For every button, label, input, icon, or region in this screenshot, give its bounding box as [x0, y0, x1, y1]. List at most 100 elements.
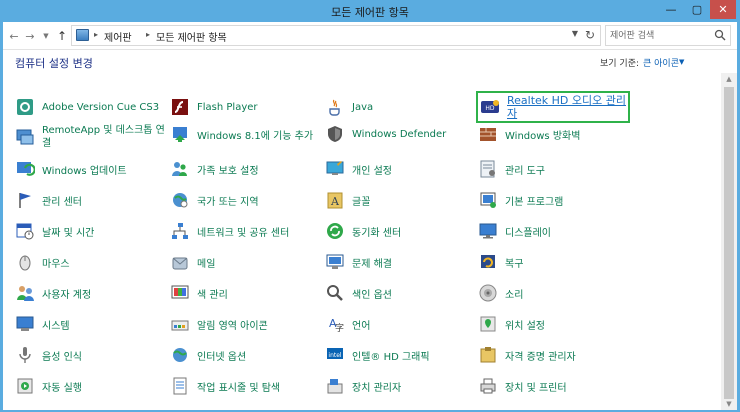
- control-panel-item-date-time[interactable]: 날짜 및 시간: [15, 219, 165, 243]
- control-panel-item-remoteapp[interactable]: RemoteApp 및 데스크톱 연결: [15, 122, 165, 152]
- control-panel-item-label[interactable]: 관리 도구: [505, 162, 545, 177]
- control-panel-item-java[interactable]: Java: [325, 95, 475, 119]
- control-panel-item-troubleshooting[interactable]: 문제 해결: [325, 250, 475, 274]
- control-panel-item-network-sharing[interactable]: 네트워크 및 공유 센터: [170, 219, 320, 243]
- control-panel-item-label[interactable]: 문제 해결: [352, 255, 392, 270]
- control-panel-item-label[interactable]: 인텔® HD 그래픽: [352, 348, 430, 363]
- breadcrumb-separator[interactable]: ▸: [94, 30, 98, 39]
- control-panel-item-device-manager[interactable]: 장치 관리자: [325, 374, 475, 398]
- control-panel-item-realtek-audio[interactable]: HD Realtek HD 오디오 관리자: [476, 91, 630, 123]
- breadcrumb-separator[interactable]: ▸: [146, 30, 150, 39]
- control-panel-item-label[interactable]: 알림 영역 아이콘: [197, 317, 268, 332]
- breadcrumb-all-items[interactable]: 모든 제어판 항목: [156, 29, 227, 44]
- scroll-thumb[interactable]: [724, 87, 734, 399]
- control-panel-item-windows-update[interactable]: Windows 업데이트: [15, 157, 165, 181]
- control-panel-item-label[interactable]: Adobe Version Cue CS3: [42, 102, 159, 113]
- control-panel-item-label[interactable]: 자격 증명 관리자: [505, 348, 576, 363]
- control-panel-item-label[interactable]: 자동 실행: [42, 379, 82, 394]
- control-panel-item-system[interactable]: 시스템: [15, 312, 165, 336]
- control-panel-item-windows-add-features[interactable]: Windows 8.1에 기능 추가: [170, 122, 320, 146]
- search-box[interactable]: [605, 25, 731, 46]
- control-panel-item-personalization[interactable]: 개인 설정: [325, 157, 475, 181]
- control-panel-item-recovery[interactable]: 복구: [478, 250, 628, 274]
- control-panel-item-administrative-tools[interactable]: 관리 도구: [478, 157, 628, 181]
- control-panel-item-indexing-options[interactable]: 색인 옵션: [325, 281, 475, 305]
- control-panel-item-label[interactable]: 인터넷 옵션: [197, 348, 246, 363]
- control-panel-item-windows-defender[interactable]: Windows Defender: [325, 122, 475, 146]
- control-panel-item-label[interactable]: Windows 업데이트: [42, 162, 127, 177]
- maximize-button[interactable]: ▢: [684, 0, 710, 19]
- control-panel-item-label[interactable]: 색인 옵션: [352, 286, 392, 301]
- control-panel-item-label[interactable]: 언어: [352, 317, 370, 332]
- control-panel-item-label[interactable]: 메일: [197, 255, 215, 270]
- control-panel-item-label[interactable]: 음성 인식: [42, 348, 82, 363]
- chevron-down-icon[interactable]: ▼: [679, 58, 684, 66]
- control-panel-item-notification-area-icons[interactable]: 알림 영역 아이콘: [170, 312, 320, 336]
- control-panel-item-credential-manager[interactable]: 자격 증명 관리자: [478, 343, 628, 367]
- scroll-up-button[interactable]: ▲: [721, 73, 737, 85]
- search-icon[interactable]: [714, 29, 726, 41]
- control-panel-item-action-center[interactable]: 관리 센터: [15, 188, 165, 212]
- control-panel-item-label[interactable]: 복구: [505, 255, 523, 270]
- forward-button[interactable]: →: [23, 28, 37, 44]
- control-panel-item-mail[interactable]: 메일: [170, 250, 320, 274]
- control-panel-item-label[interactable]: 위치 설정: [505, 317, 545, 332]
- control-panel-item-label[interactable]: 가족 보호 설정: [197, 162, 259, 177]
- control-panel-item-sound[interactable]: 소리: [478, 281, 628, 305]
- control-panel-item-label[interactable]: Windows Defender: [352, 129, 446, 140]
- control-panel-item-label[interactable]: 색 관리: [197, 286, 228, 301]
- control-panel-item-label[interactable]: 사용자 계정: [42, 286, 91, 301]
- control-panel-item-label[interactable]: 마우스: [42, 255, 70, 270]
- control-panel-item-label[interactable]: 개인 설정: [352, 162, 392, 177]
- control-panel-item-location-settings[interactable]: 위치 설정: [478, 312, 628, 336]
- control-panel-item-mouse[interactable]: 마우스: [15, 250, 165, 274]
- control-panel-item-color-management[interactable]: 색 관리: [170, 281, 320, 305]
- control-panel-item-display[interactable]: 디스플레이: [478, 219, 628, 243]
- control-panel-item-taskbar-navigation[interactable]: 작업 표시줄 및 탐색: [170, 374, 320, 398]
- control-panel-item-label[interactable]: 시스템: [42, 317, 70, 332]
- control-panel-item-user-accounts[interactable]: 사용자 계정: [15, 281, 165, 305]
- scroll-down-button[interactable]: ▼: [721, 398, 737, 410]
- control-panel-item-label[interactable]: 관리 센터: [42, 193, 82, 208]
- control-panel-item-devices-printers[interactable]: 장치 및 프린터: [478, 374, 628, 398]
- control-panel-item-label[interactable]: Realtek HD 오디오 관리자: [507, 94, 628, 120]
- up-button[interactable]: ↑: [55, 28, 69, 44]
- refresh-icon[interactable]: ↻: [585, 28, 595, 42]
- control-panel-item-speech-recognition[interactable]: 음성 인식: [15, 343, 165, 367]
- control-panel-item-label[interactable]: 날짜 및 시간: [42, 224, 94, 239]
- control-panel-item-intel-hd-graphics[interactable]: intel 인텔® HD 그래픽: [325, 343, 475, 367]
- view-by-dropdown[interactable]: 큰 아이콘: [643, 56, 679, 69]
- control-panel-item-region[interactable]: 국가 또는 지역: [170, 188, 320, 212]
- control-panel-item-family-safety[interactable]: 가족 보호 설정: [170, 157, 320, 181]
- address-dropdown-icon[interactable]: ▼: [572, 29, 578, 38]
- control-panel-item-label[interactable]: 동기화 센터: [352, 224, 401, 239]
- control-panel-item-label[interactable]: Java: [352, 102, 373, 113]
- control-panel-item-label[interactable]: 기본 프로그램: [505, 193, 563, 208]
- control-panel-item-label[interactable]: Windows 방화벽: [505, 127, 580, 142]
- control-panel-item-label[interactable]: 네트워크 및 공유 센터: [197, 224, 289, 239]
- control-panel-item-label[interactable]: Flash Player: [197, 102, 258, 113]
- search-input[interactable]: [610, 28, 710, 43]
- control-panel-item-label[interactable]: Windows 8.1에 기능 추가: [197, 127, 313, 142]
- control-panel-item-label[interactable]: RemoteApp 및 데스크톱 연결: [42, 124, 165, 150]
- minimize-button[interactable]: —: [658, 0, 684, 19]
- title-bar[interactable]: 모든 제어판 항목 — ▢ ✕: [0, 0, 740, 22]
- control-panel-item-fonts[interactable]: A 글꼴: [325, 188, 475, 212]
- back-button[interactable]: ←: [7, 28, 21, 44]
- control-panel-item-label[interactable]: 국가 또는 지역: [197, 193, 259, 208]
- control-panel-item-internet-options[interactable]: 인터넷 옵션: [170, 343, 320, 367]
- control-panel-item-adobe-version-cue[interactable]: Adobe Version Cue CS3: [15, 95, 165, 119]
- address-path-box[interactable]: ▸ 제어판 ▸ 모든 제어판 항목 ▼ ↻: [71, 25, 601, 46]
- control-panel-item-label[interactable]: 소리: [505, 286, 523, 301]
- control-panel-item-label[interactable]: 장치 및 프린터: [505, 379, 567, 394]
- control-panel-item-windows-firewall[interactable]: Windows 방화벽: [478, 122, 628, 146]
- recent-locations-button[interactable]: ▼: [39, 28, 53, 44]
- breadcrumb-control-panel[interactable]: 제어판: [104, 29, 132, 44]
- close-button[interactable]: ✕: [710, 0, 736, 19]
- control-panel-item-label[interactable]: 작업 표시줄 및 탐색: [197, 379, 280, 394]
- control-panel-item-sync-center[interactable]: 동기화 센터: [325, 219, 475, 243]
- control-panel-item-language[interactable]: A 字 언어: [325, 312, 475, 336]
- vertical-scrollbar[interactable]: ▲ ▼: [721, 73, 737, 410]
- control-panel-item-autoplay[interactable]: 자동 실행: [15, 374, 165, 398]
- control-panel-item-default-programs[interactable]: 기본 프로그램: [478, 188, 628, 212]
